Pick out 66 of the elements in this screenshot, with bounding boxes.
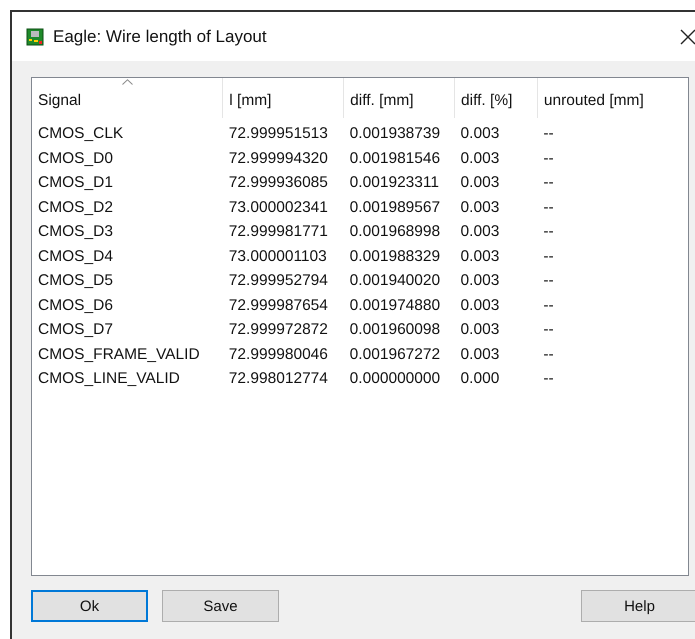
table-cell-text: 0.001968998 bbox=[348, 222, 442, 242]
table-cell-text: 73.000001103 bbox=[228, 246, 328, 267]
table-cell-text: 0.001988329 bbox=[348, 246, 442, 267]
table-cell-text: 0.003 bbox=[460, 148, 500, 169]
table-cell-text: 0.003 bbox=[460, 246, 500, 267]
table-cell-text: CMOS_D0 bbox=[37, 148, 114, 169]
column-header[interactable]: diff. [mm] bbox=[344, 78, 455, 118]
column-header[interactable]: diff. [%] bbox=[454, 78, 538, 118]
table-cell-text: CMOS_D2 bbox=[37, 198, 114, 218]
table-cell-text: CMOS_D5 bbox=[37, 271, 114, 292]
table-cell-text: 0.003 bbox=[460, 296, 500, 316]
table-cell: 72.999951513 bbox=[222, 118, 344, 146]
circuit-board-icon bbox=[26, 28, 44, 46]
table-cell-text: 72.999994320 bbox=[228, 148, 329, 169]
table-cell-text: 72.999987654 bbox=[228, 296, 329, 316]
table-cell-text: 0.001923311 bbox=[348, 173, 440, 194]
table-cell-text: 0.000000000 bbox=[348, 369, 442, 390]
table-cell-text: 72.998012774 bbox=[228, 369, 329, 390]
table-cell-text: CMOS_D3 bbox=[37, 222, 114, 242]
table-cell-text: 0.003 bbox=[460, 198, 500, 218]
table-cell-text: 72.999936085 bbox=[228, 173, 329, 194]
close-icon[interactable] bbox=[680, 28, 695, 44]
table-cell-text: -- bbox=[542, 344, 555, 365]
table-cell-text: -- bbox=[542, 296, 555, 316]
table-cell: 0.001938739 bbox=[344, 118, 455, 146]
table-cell-text: 0.003 bbox=[460, 222, 500, 242]
table-cell-text: 0.001960098 bbox=[348, 320, 442, 340]
table-cell-text: 0.003 bbox=[460, 344, 500, 365]
table-cell-text: 0.000 bbox=[460, 369, 500, 390]
table-cell-text: 0.001981546 bbox=[348, 148, 442, 169]
table-cell-text: -- bbox=[542, 222, 555, 242]
table-cell-text: 0.001940020 bbox=[348, 271, 442, 292]
table-cell-text: -- bbox=[542, 148, 555, 169]
table-cell-text: CMOS_LINE_VALID bbox=[37, 369, 181, 390]
table-cell-text: 72.999952794 bbox=[228, 271, 329, 292]
table-cell-text: 73.000002341 bbox=[228, 198, 329, 218]
table-cell-text: -- bbox=[542, 320, 555, 340]
table-cell-text: -- bbox=[542, 271, 555, 292]
table-cell-text: 0.001974880 bbox=[348, 296, 442, 316]
table-cell-text: 0.001989567 bbox=[348, 198, 442, 218]
table-cell-text: 0.003 bbox=[460, 320, 500, 340]
table-cell-text: 0.001967272 bbox=[348, 344, 442, 365]
dialog-button[interactable]: Save bbox=[162, 590, 279, 622]
table-cell-text: -- bbox=[542, 173, 555, 194]
table-cell: CMOS_CLK bbox=[32, 118, 223, 146]
dialog-button[interactable]: Ok bbox=[31, 590, 148, 622]
table-cell-text: CMOS_D7 bbox=[37, 320, 114, 340]
table-cell: -- bbox=[537, 118, 688, 146]
table-cell-text: 72.999980046 bbox=[228, 344, 329, 365]
table-cell-text: -- bbox=[542, 198, 555, 218]
column-header[interactable]: Signal bbox=[32, 78, 223, 118]
table-cell-text: 72.999972872 bbox=[228, 320, 329, 340]
table-cell-text: CMOS_D6 bbox=[37, 296, 114, 316]
column-header[interactable]: unrouted [mm] bbox=[537, 78, 688, 118]
table-cell-text: 72.999981771 bbox=[228, 222, 329, 242]
table-cell-text: CMOS_D1 bbox=[37, 173, 114, 194]
table-cell-text: 0.003 bbox=[460, 271, 500, 292]
column-header[interactable]: l [mm] bbox=[222, 78, 344, 118]
table-cell-text: 0.003 bbox=[460, 173, 500, 194]
table-cell: 0.003 bbox=[454, 118, 538, 146]
table-cell-text: CMOS_FRAME_VALID bbox=[37, 344, 201, 365]
table-cell-text: -- bbox=[542, 369, 555, 390]
table-cell-text: -- bbox=[542, 246, 555, 267]
dialog-button[interactable]: Help bbox=[581, 590, 695, 622]
window-title: Eagle: Wire length of Layout bbox=[53, 26, 267, 46]
table-cell-text: CMOS_D4 bbox=[37, 246, 114, 267]
